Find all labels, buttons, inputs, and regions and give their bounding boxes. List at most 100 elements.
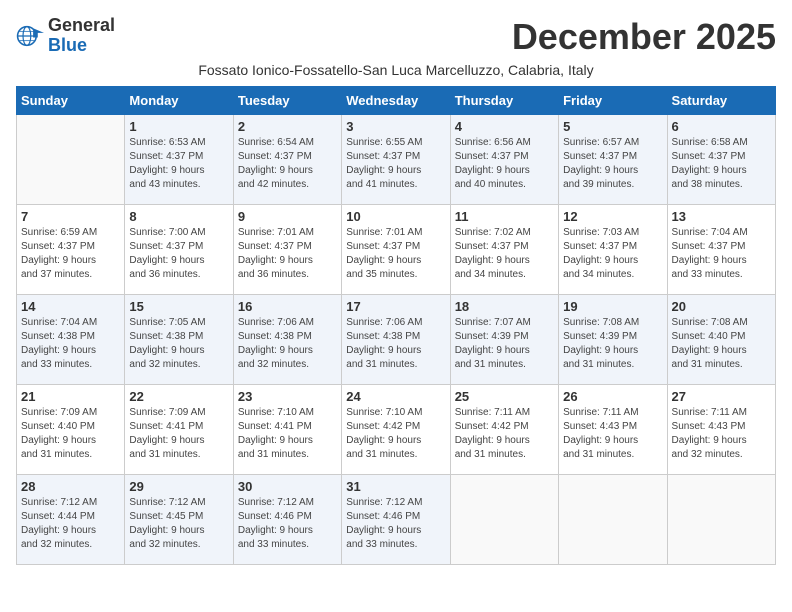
calendar-cell: 4 Sunrise: 6:56 AM Sunset: 4:37 PM Daylig… [450, 115, 558, 205]
calendar-cell: 19 Sunrise: 7:08 AM Sunset: 4:39 PM Dayli… [559, 295, 667, 385]
calendar-cell: 20Sunrise: 7:08 AM Sunset: 4:40 PM Dayli… [667, 295, 775, 385]
day-number: 6 [672, 119, 771, 134]
weekday-header-sunday: Sunday [17, 87, 125, 115]
day-info: Sunrise: 7:07 AM Sunset: 4:39 PM Dayligh… [455, 316, 554, 372]
day-info: Sunrise: 7:02 AM Sunset: 4:37 PM Dayligh… [455, 226, 554, 282]
day-info: Sunrise: 7:11 AM Sunset: 4:43 PM Dayligh… [563, 406, 662, 462]
day-info: Sunrise: 6:59 AM Sunset: 4:37 PM Dayligh… [21, 226, 120, 282]
day-info: Sunrise: 6:53 AM Sunset: 4:37 PM Dayligh… [129, 136, 228, 192]
day-number: 7 [21, 209, 120, 224]
day-info: Sunrise: 6:54 AM Sunset: 4:37 PM Dayligh… [238, 136, 337, 192]
weekday-header-thursday: Thursday [450, 87, 558, 115]
calendar-cell [559, 475, 667, 565]
calendar-week-row: 14Sunrise: 7:04 AM Sunset: 4:38 PM Dayli… [17, 295, 776, 385]
day-number: 22 [129, 389, 228, 404]
day-info: Sunrise: 7:03 AM Sunset: 4:37 PM Dayligh… [563, 226, 662, 282]
day-number: 13 [672, 209, 771, 224]
day-number: 23 [238, 389, 337, 404]
day-number: 1 [129, 119, 228, 134]
weekday-header-wednesday: Wednesday [342, 87, 450, 115]
calendar-cell: 26Sunrise: 7:11 AM Sunset: 4:43 PM Dayli… [559, 385, 667, 475]
day-info: Sunrise: 7:12 AM Sunset: 4:44 PM Dayligh… [21, 496, 120, 552]
day-number: 15 [129, 299, 228, 314]
calendar-week-row: 7 Sunrise: 6:59 AM Sunset: 4:37 PM Daylig… [17, 205, 776, 295]
location-subtitle: Fossato Ionico-Fossatello-San Luca Marce… [16, 62, 776, 78]
day-info: Sunrise: 7:08 AM Sunset: 4:39 PM Dayligh… [563, 316, 662, 372]
logo-icon [16, 22, 44, 50]
calendar-week-row: 28Sunrise: 7:12 AM Sunset: 4:44 PM Dayli… [17, 475, 776, 565]
calendar-cell [667, 475, 775, 565]
calendar-cell: 5Sunrise: 6:57 AM Sunset: 4:37 PM Daylig… [559, 115, 667, 205]
day-number: 24 [346, 389, 445, 404]
day-info: Sunrise: 7:10 AM Sunset: 4:42 PM Dayligh… [346, 406, 445, 462]
day-info: Sunrise: 7:05 AM Sunset: 4:38 PM Dayligh… [129, 316, 228, 372]
day-number: 31 [346, 479, 445, 494]
calendar-cell: 11Sunrise: 7:02 AM Sunset: 4:37 PM Dayli… [450, 205, 558, 295]
day-info: Sunrise: 7:09 AM Sunset: 4:40 PM Dayligh… [21, 406, 120, 462]
calendar-cell: 18 Sunrise: 7:07 AM Sunset: 4:39 PM Dayli… [450, 295, 558, 385]
calendar-table: SundayMondayTuesdayWednesdayThursdayFrid… [16, 86, 776, 565]
calendar-cell: 27 Sunrise: 7:11 AM Sunset: 4:43 PM Dayli… [667, 385, 775, 475]
weekday-header-row: SundayMondayTuesdayWednesdayThursdayFrid… [17, 87, 776, 115]
calendar-week-row: 21 Sunrise: 7:09 AM Sunset: 4:40 PM Dayli… [17, 385, 776, 475]
calendar-cell: 3 Sunrise: 6:55 AM Sunset: 4:37 PM Daylig… [342, 115, 450, 205]
day-number: 14 [21, 299, 120, 314]
day-info: Sunrise: 6:58 AM Sunset: 4:37 PM Dayligh… [672, 136, 771, 192]
calendar-cell: 22 Sunrise: 7:09 AM Sunset: 4:41 PM Dayli… [125, 385, 233, 475]
calendar-cell: 9 Sunrise: 7:01 AM Sunset: 4:37 PM Daylig… [233, 205, 341, 295]
calendar-cell [450, 475, 558, 565]
month-title: December 2025 [512, 16, 776, 58]
day-info: Sunrise: 7:12 AM Sunset: 4:46 PM Dayligh… [346, 496, 445, 552]
calendar-cell: 6 Sunrise: 6:58 AM Sunset: 4:37 PM Daylig… [667, 115, 775, 205]
calendar-cell: 15 Sunrise: 7:05 AM Sunset: 4:38 PM Dayli… [125, 295, 233, 385]
calendar-cell: 29Sunrise: 7:12 AM Sunset: 4:45 PM Dayli… [125, 475, 233, 565]
calendar-cell: 7 Sunrise: 6:59 AM Sunset: 4:37 PM Daylig… [17, 205, 125, 295]
day-number: 5 [563, 119, 662, 134]
day-number: 18 [455, 299, 554, 314]
day-number: 20 [672, 299, 771, 314]
day-number: 10 [346, 209, 445, 224]
weekday-header-friday: Friday [559, 87, 667, 115]
day-info: Sunrise: 7:11 AM Sunset: 4:42 PM Dayligh… [455, 406, 554, 462]
day-info: Sunrise: 7:12 AM Sunset: 4:46 PM Dayligh… [238, 496, 337, 552]
calendar-cell: 17 Sunrise: 7:06 AM Sunset: 4:38 PM Dayli… [342, 295, 450, 385]
day-number: 19 [563, 299, 662, 314]
day-info: Sunrise: 7:06 AM Sunset: 4:38 PM Dayligh… [238, 316, 337, 372]
calendar-cell: 16 Sunrise: 7:06 AM Sunset: 4:38 PM Dayli… [233, 295, 341, 385]
calendar-week-row: 1 Sunrise: 6:53 AM Sunset: 4:37 PM Daylig… [17, 115, 776, 205]
day-info: Sunrise: 7:04 AM Sunset: 4:37 PM Dayligh… [672, 226, 771, 282]
logo: GeneralBlue [16, 16, 115, 56]
day-info: Sunrise: 6:55 AM Sunset: 4:37 PM Dayligh… [346, 136, 445, 192]
day-number: 9 [238, 209, 337, 224]
calendar-cell: 28Sunrise: 7:12 AM Sunset: 4:44 PM Dayli… [17, 475, 125, 565]
weekday-header-monday: Monday [125, 87, 233, 115]
day-number: 17 [346, 299, 445, 314]
calendar-cell: 24 Sunrise: 7:10 AM Sunset: 4:42 PM Dayli… [342, 385, 450, 475]
day-number: 21 [21, 389, 120, 404]
calendar-cell: 25Sunrise: 7:11 AM Sunset: 4:42 PM Dayli… [450, 385, 558, 475]
day-info: Sunrise: 7:09 AM Sunset: 4:41 PM Dayligh… [129, 406, 228, 462]
weekday-header-tuesday: Tuesday [233, 87, 341, 115]
day-number: 2 [238, 119, 337, 134]
day-info: Sunrise: 7:01 AM Sunset: 4:37 PM Dayligh… [238, 226, 337, 282]
calendar-cell: 1 Sunrise: 6:53 AM Sunset: 4:37 PM Daylig… [125, 115, 233, 205]
calendar-cell: 14Sunrise: 7:04 AM Sunset: 4:38 PM Dayli… [17, 295, 125, 385]
calendar-cell: 23 Sunrise: 7:10 AM Sunset: 4:41 PM Dayli… [233, 385, 341, 475]
day-number: 30 [238, 479, 337, 494]
day-number: 8 [129, 209, 228, 224]
calendar-cell: 2 Sunrise: 6:54 AM Sunset: 4:37 PM Daylig… [233, 115, 341, 205]
day-number: 3 [346, 119, 445, 134]
calendar-cell: 8Sunrise: 7:00 AM Sunset: 4:37 PM Daylig… [125, 205, 233, 295]
day-info: Sunrise: 7:11 AM Sunset: 4:43 PM Dayligh… [672, 406, 771, 462]
day-info: Sunrise: 7:06 AM Sunset: 4:38 PM Dayligh… [346, 316, 445, 372]
calendar-cell: 12Sunrise: 7:03 AM Sunset: 4:37 PM Dayli… [559, 205, 667, 295]
day-info: Sunrise: 6:56 AM Sunset: 4:37 PM Dayligh… [455, 136, 554, 192]
weekday-header-saturday: Saturday [667, 87, 775, 115]
day-info: Sunrise: 7:10 AM Sunset: 4:41 PM Dayligh… [238, 406, 337, 462]
day-number: 27 [672, 389, 771, 404]
day-number: 16 [238, 299, 337, 314]
day-number: 4 [455, 119, 554, 134]
page-header: GeneralBlue December 2025 [16, 16, 776, 58]
calendar-cell: 30 Sunrise: 7:12 AM Sunset: 4:46 PM Dayli… [233, 475, 341, 565]
calendar-cell: 31 Sunrise: 7:12 AM Sunset: 4:46 PM Dayli… [342, 475, 450, 565]
